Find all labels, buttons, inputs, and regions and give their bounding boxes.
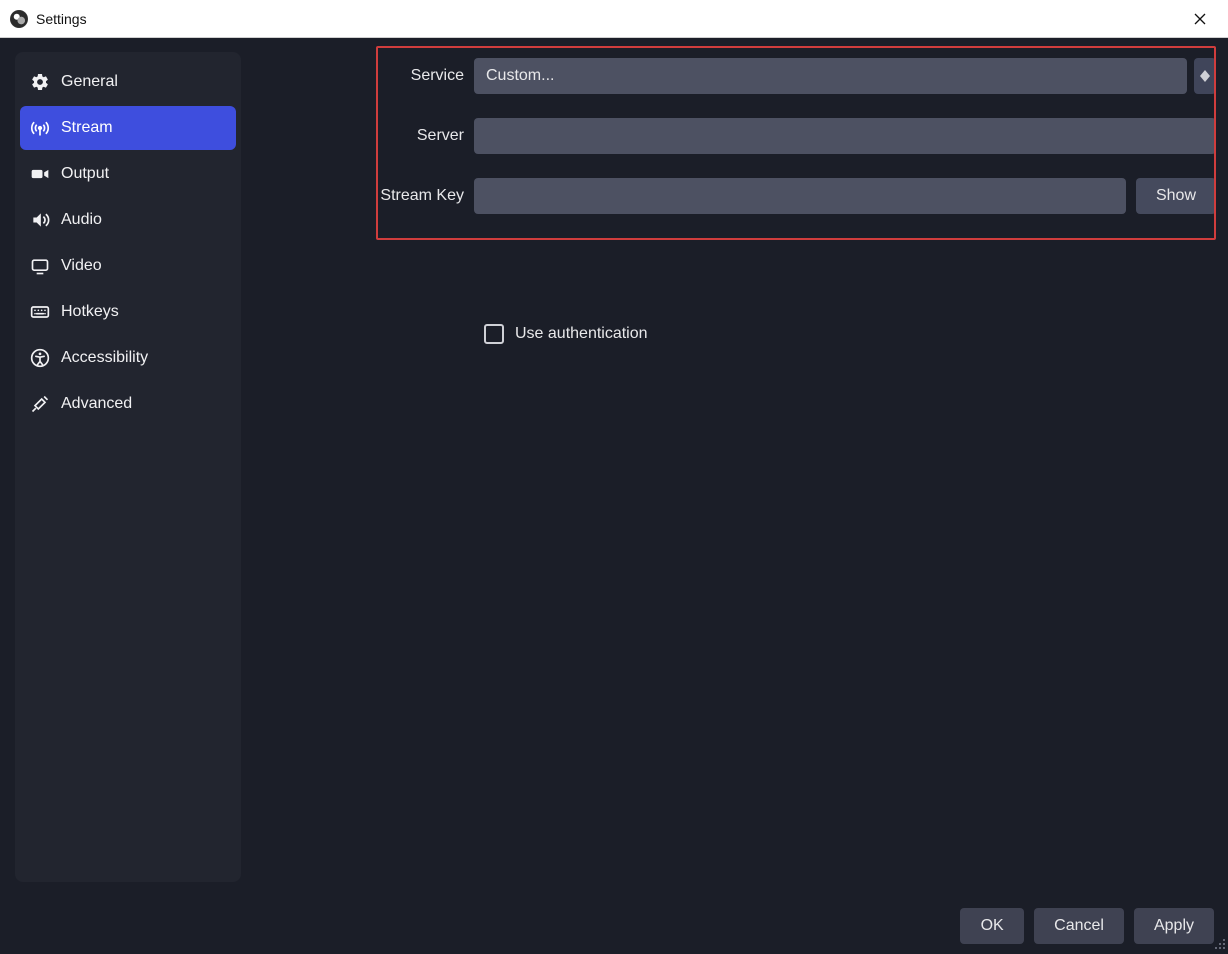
server-row: Server (256, 118, 1216, 154)
app-icon (10, 10, 28, 28)
sidebar-item-label: General (61, 73, 118, 91)
sidebar-item-advanced[interactable]: Advanced (20, 382, 236, 426)
ok-button[interactable]: OK (960, 908, 1024, 944)
streamkey-input[interactable] (474, 178, 1126, 214)
sidebar-item-stream[interactable]: Stream (20, 106, 236, 150)
service-select[interactable]: Custom... (474, 58, 1187, 94)
monitor-icon (30, 256, 50, 276)
sidebar-item-video[interactable]: Video (20, 244, 236, 288)
sidebar: General Stream Output Audio Video (15, 52, 241, 882)
stream-settings-panel: Service Custom... Server Stream Key S (256, 52, 1216, 892)
close-button[interactable] (1178, 2, 1222, 36)
sidebar-item-label: Advanced (61, 395, 132, 413)
apply-button[interactable]: Apply (1134, 908, 1214, 944)
titlebar-left: Settings (10, 10, 87, 28)
sidebar-item-label: Audio (61, 211, 102, 229)
sidebar-item-label: Hotkeys (61, 303, 119, 321)
service-select-spinner[interactable] (1194, 58, 1216, 94)
resize-grip[interactable] (1212, 936, 1226, 950)
window-title: Settings (36, 11, 87, 27)
service-label: Service (256, 67, 474, 85)
streamkey-label: Stream Key (256, 187, 474, 205)
streamkey-row: Stream Key Show (256, 178, 1216, 214)
server-label: Server (256, 127, 474, 145)
use-auth-checkbox[interactable] (484, 324, 504, 344)
content-area: General Stream Output Audio Video (0, 38, 1228, 952)
sidebar-item-label: Accessibility (61, 349, 148, 367)
server-input[interactable] (474, 118, 1216, 154)
dialog-footer: OK Cancel Apply (960, 908, 1214, 944)
sidebar-item-label: Video (61, 257, 102, 275)
sidebar-item-audio[interactable]: Audio (20, 198, 236, 242)
service-row: Service Custom... (256, 58, 1216, 94)
camera-icon (30, 164, 50, 184)
accessibility-icon (30, 348, 50, 368)
use-auth-label: Use authentication (515, 325, 648, 343)
sidebar-item-general[interactable]: General (20, 60, 236, 104)
sidebar-item-hotkeys[interactable]: Hotkeys (20, 290, 236, 334)
service-select-value: Custom... (486, 67, 554, 85)
titlebar: Settings (0, 0, 1228, 38)
keyboard-icon (30, 302, 50, 322)
sidebar-item-accessibility[interactable]: Accessibility (20, 336, 236, 380)
speaker-icon (30, 210, 50, 230)
show-streamkey-button[interactable]: Show (1136, 178, 1216, 214)
use-auth-row: Use authentication (484, 324, 1216, 344)
sidebar-item-output[interactable]: Output (20, 152, 236, 196)
sidebar-item-label: Stream (61, 119, 113, 137)
gear-icon (30, 72, 50, 92)
antenna-icon (30, 118, 50, 138)
cancel-button[interactable]: Cancel (1034, 908, 1124, 944)
tools-icon (30, 394, 50, 414)
sidebar-item-label: Output (61, 165, 109, 183)
